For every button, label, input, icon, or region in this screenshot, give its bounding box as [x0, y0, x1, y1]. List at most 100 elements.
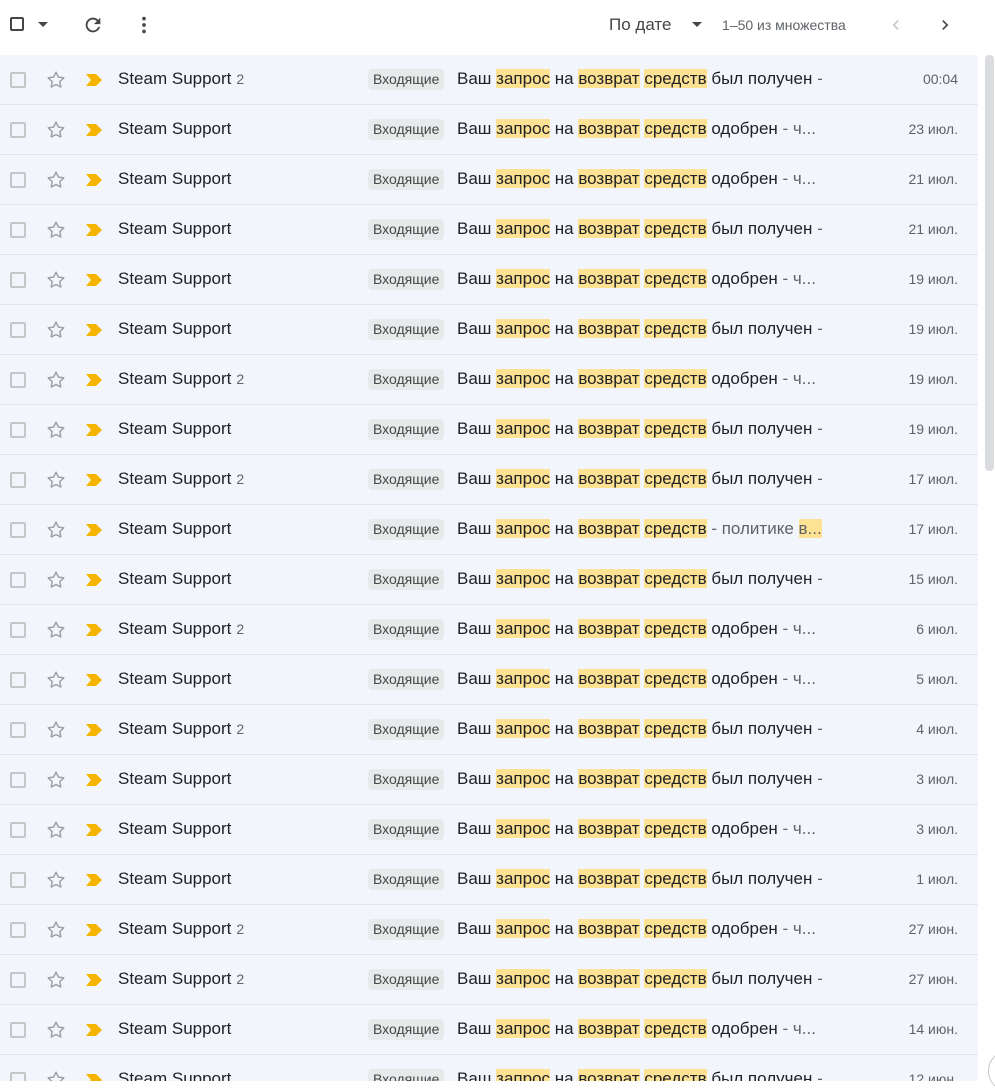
sort-caret-icon[interactable] — [692, 22, 702, 27]
email-row[interactable]: Steam Support Входящие Ваш запрос на воз… — [0, 205, 978, 255]
star-icon[interactable] — [45, 519, 67, 541]
row-checkbox[interactable] — [10, 522, 26, 538]
label-chip[interactable]: Входящие — [368, 719, 445, 740]
important-marker-icon[interactable] — [84, 1073, 104, 1081]
star-icon[interactable] — [45, 819, 67, 841]
star-icon[interactable] — [45, 469, 67, 491]
important-marker-icon[interactable] — [84, 473, 104, 487]
email-row[interactable]: Steam Support 2 Входящие Ваш запрос на во… — [0, 605, 978, 655]
chevron-right-icon[interactable] — [935, 15, 955, 35]
row-checkbox[interactable] — [10, 472, 26, 488]
label-chip[interactable]: Входящие — [368, 569, 445, 590]
email-row[interactable]: Steam Support 2 Входящие Ваш запрос на во… — [0, 55, 978, 105]
star-icon[interactable] — [45, 919, 67, 941]
label-chip[interactable]: Входящие — [368, 1019, 445, 1040]
label-chip[interactable]: Входящие — [368, 519, 445, 540]
email-row[interactable]: Steam Support Входящие Ваш запрос на воз… — [0, 505, 978, 555]
row-checkbox[interactable] — [10, 372, 26, 388]
label-chip[interactable]: Входящие — [368, 169, 445, 190]
row-checkbox[interactable] — [10, 172, 26, 188]
star-icon[interactable] — [45, 669, 67, 691]
label-chip[interactable]: Входящие — [368, 119, 445, 140]
email-row[interactable]: Steam Support Входящие Ваш запрос на воз… — [0, 805, 978, 855]
row-checkbox[interactable] — [10, 572, 26, 588]
important-marker-icon[interactable] — [84, 423, 104, 437]
label-chip[interactable]: Входящие — [368, 1069, 445, 1081]
label-chip[interactable]: Входящие — [368, 319, 445, 340]
label-chip[interactable]: Входящие — [368, 969, 445, 990]
email-row[interactable]: Steam Support Входящие Ваш запрос на воз… — [0, 105, 978, 155]
row-checkbox[interactable] — [10, 322, 26, 338]
important-marker-icon[interactable] — [84, 173, 104, 187]
row-checkbox[interactable] — [10, 872, 26, 888]
star-icon[interactable] — [45, 219, 67, 241]
more-vert-icon[interactable] — [133, 14, 155, 36]
chevron-left-icon[interactable] — [886, 15, 906, 35]
email-row[interactable]: Steam Support 2 Входящие Ваш запрос на во… — [0, 455, 978, 505]
label-chip[interactable]: Входящие — [368, 469, 445, 490]
row-checkbox[interactable] — [10, 222, 26, 238]
label-chip[interactable]: Входящие — [368, 219, 445, 240]
row-checkbox[interactable] — [10, 622, 26, 638]
select-all-checkbox[interactable] — [10, 17, 24, 31]
star-icon[interactable] — [45, 119, 67, 141]
important-marker-icon[interactable] — [84, 823, 104, 837]
important-marker-icon[interactable] — [84, 773, 104, 787]
important-marker-icon[interactable] — [84, 873, 104, 887]
email-row[interactable]: Steam Support 2 Входящие Ваш запрос на во… — [0, 905, 978, 955]
important-marker-icon[interactable] — [84, 573, 104, 587]
email-row[interactable]: Steam Support Входящие Ваш запрос на воз… — [0, 555, 978, 605]
row-checkbox[interactable] — [10, 972, 26, 988]
select-menu-caret-icon[interactable] — [38, 22, 48, 27]
star-icon[interactable] — [45, 569, 67, 591]
row-checkbox[interactable] — [10, 1072, 26, 1081]
refresh-icon[interactable] — [82, 14, 104, 36]
label-chip[interactable]: Входящие — [368, 819, 445, 840]
row-checkbox[interactable] — [10, 72, 26, 88]
star-icon[interactable] — [45, 319, 67, 341]
row-checkbox[interactable] — [10, 1022, 26, 1038]
star-icon[interactable] — [45, 719, 67, 741]
important-marker-icon[interactable] — [84, 123, 104, 137]
star-icon[interactable] — [45, 1019, 67, 1041]
important-marker-icon[interactable] — [84, 623, 104, 637]
important-marker-icon[interactable] — [84, 223, 104, 237]
star-icon[interactable] — [45, 869, 67, 891]
email-row[interactable]: Steam Support Входящие Ваш запрос на воз… — [0, 1055, 978, 1081]
email-row[interactable]: Steam Support Входящие Ваш запрос на воз… — [0, 1005, 978, 1055]
row-checkbox[interactable] — [10, 922, 26, 938]
label-chip[interactable]: Входящие — [368, 369, 445, 390]
row-checkbox[interactable] — [10, 822, 26, 838]
label-chip[interactable]: Входящие — [368, 269, 445, 290]
row-checkbox[interactable] — [10, 122, 26, 138]
email-row[interactable]: Steam Support 2 Входящие Ваш запрос на во… — [0, 355, 978, 405]
important-marker-icon[interactable] — [84, 73, 104, 87]
label-chip[interactable]: Входящие — [368, 419, 445, 440]
important-marker-icon[interactable] — [84, 273, 104, 287]
email-row[interactable]: Steam Support Входящие Ваш запрос на воз… — [0, 855, 978, 905]
important-marker-icon[interactable] — [84, 323, 104, 337]
email-row[interactable]: Steam Support 2 Входящие Ваш запрос на во… — [0, 955, 978, 1005]
star-icon[interactable] — [45, 369, 67, 391]
row-checkbox[interactable] — [10, 272, 26, 288]
email-row[interactable]: Steam Support Входящие Ваш запрос на воз… — [0, 755, 978, 805]
important-marker-icon[interactable] — [84, 373, 104, 387]
email-row[interactable]: Steam Support Входящие Ваш запрос на воз… — [0, 405, 978, 455]
important-marker-icon[interactable] — [84, 673, 104, 687]
star-icon[interactable] — [45, 619, 67, 641]
label-chip[interactable]: Входящие — [368, 919, 445, 940]
important-marker-icon[interactable] — [84, 723, 104, 737]
label-chip[interactable]: Входящие — [368, 69, 445, 90]
scrollbar-thumb[interactable] — [985, 55, 994, 471]
star-icon[interactable] — [45, 769, 67, 791]
row-checkbox[interactable] — [10, 772, 26, 788]
sort-label[interactable]: По дате — [609, 15, 671, 35]
email-row[interactable]: Steam Support Входящие Ваш запрос на воз… — [0, 255, 978, 305]
star-icon[interactable] — [45, 269, 67, 291]
label-chip[interactable]: Входящие — [368, 619, 445, 640]
label-chip[interactable]: Входящие — [368, 869, 445, 890]
row-checkbox[interactable] — [10, 722, 26, 738]
star-icon[interactable] — [45, 169, 67, 191]
email-row[interactable]: Steam Support Входящие Ваш запрос на воз… — [0, 655, 978, 705]
important-marker-icon[interactable] — [84, 523, 104, 537]
